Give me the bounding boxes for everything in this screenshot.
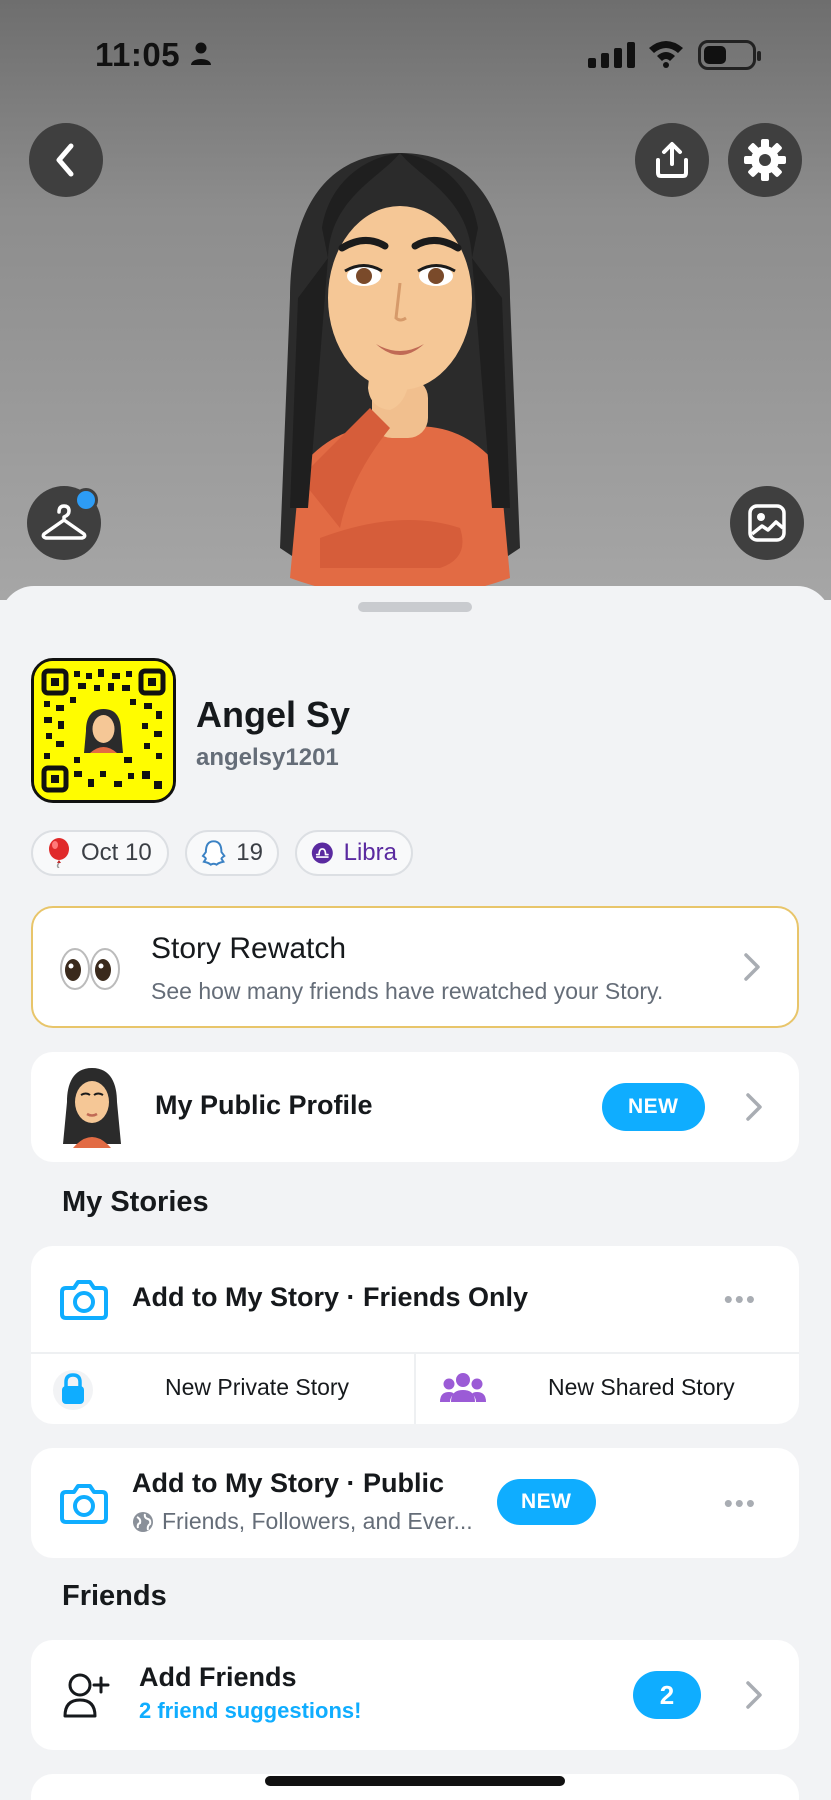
snapcode[interactable] — [31, 658, 176, 803]
public-story-card[interactable]: Add to My Story · Public Friends, Follow… — [31, 1448, 799, 1558]
group-icon — [440, 1373, 486, 1402]
add-to-story-public-label: Add to My Story · Public — [132, 1468, 445, 1498]
battery-icon — [698, 40, 761, 70]
change-background-button[interactable] — [730, 486, 804, 560]
friend-avatar — [391, 1792, 451, 1800]
new-private-story-button[interactable]: New Private Story — [31, 1354, 414, 1424]
status-time: 11:05 — [95, 36, 181, 73]
friend-avatar — [601, 1790, 661, 1800]
friends-heading: Friends — [62, 1580, 167, 1612]
qr-code-icon — [34, 661, 173, 800]
add-friend-icon — [63, 1673, 110, 1718]
my-stories-heading: My Stories — [62, 1186, 209, 1218]
globe-icon — [133, 1511, 153, 1532]
chevron-right-icon — [746, 1093, 762, 1121]
public-story-audience: Friends, Followers, and Ever... — [132, 1508, 473, 1535]
share-icon — [656, 142, 688, 178]
story-rewatch-title: Story Rewatch — [151, 932, 347, 965]
zodiac-chip[interactable]: Libra — [295, 830, 413, 876]
add-to-story-friends-label[interactable]: Add to My Story · Friends Only — [132, 1282, 528, 1313]
new-badge: NEW — [602, 1083, 705, 1131]
new-badge: NEW — [497, 1479, 596, 1525]
sheet-grabber[interactable] — [358, 602, 472, 612]
wifi-icon — [649, 41, 683, 68]
status-bar: 11:05 — [0, 0, 831, 110]
display-name: Angel Sy — [196, 694, 351, 735]
friend-suggestions-link[interactable]: 2 friend suggestions! — [139, 1698, 361, 1724]
chevron-right-icon — [746, 1681, 762, 1709]
story-rewatch-card[interactable]: Story Rewatch See how many friends have … — [31, 906, 799, 1028]
lock-icon — [53, 1370, 93, 1410]
my-stories-card: Add to My Story · Friends Only ••• New P… — [31, 1246, 799, 1424]
public-profile-card[interactable]: My Public Profile NEW — [31, 1052, 799, 1162]
bitmoji-avatar — [280, 153, 520, 598]
new-private-story-label: New Private Story — [165, 1374, 350, 1400]
cellular-signal-icon — [588, 42, 635, 68]
gear-icon — [744, 139, 786, 181]
ghost-icon — [201, 840, 226, 866]
chevron-right-icon — [744, 953, 760, 981]
bitmoji-header: 11:05 — [0, 0, 831, 600]
camera-icon — [60, 1484, 108, 1524]
profile-sheet: Angel Sy angelsy1201 Oct 10 19 Libra Sto… — [0, 586, 831, 1800]
snap-score-chip[interactable]: 19 — [185, 830, 279, 876]
balloon-icon — [49, 838, 69, 868]
back-button[interactable] — [29, 123, 103, 197]
person-icon — [191, 42, 211, 65]
friend-avatar — [151, 1790, 231, 1800]
new-shared-story-button[interactable]: New Shared Story — [416, 1354, 799, 1424]
story-rewatch-subtitle: See how many friends have rewatched your… — [151, 978, 664, 1004]
share-button[interactable] — [635, 123, 709, 197]
snap-score-label: 19 — [236, 839, 263, 866]
libra-icon — [311, 842, 333, 864]
birthday-chip[interactable]: Oct 10 — [31, 830, 169, 876]
public-story-subtitle: Friends, Followers, and Ever... — [162, 1508, 473, 1534]
add-friends-card[interactable]: Add Friends 2 friend suggestions! 2 — [31, 1640, 799, 1750]
more-options-button[interactable]: ••• — [724, 1488, 757, 1519]
camera-icon — [60, 1280, 108, 1320]
back-icon — [56, 143, 74, 177]
notification-dot — [74, 488, 98, 512]
home-indicator — [265, 1776, 565, 1786]
new-shared-story-label: New Shared Story — [548, 1374, 735, 1400]
public-profile-label: My Public Profile — [155, 1090, 373, 1120]
avatar — [63, 1068, 121, 1148]
eyes-icon — [60, 948, 120, 990]
add-friends-title: Add Friends — [139, 1662, 297, 1692]
username[interactable]: angelsy1201 — [196, 744, 339, 772]
image-icon — [748, 504, 786, 542]
suggestion-count-badge: 2 — [633, 1671, 701, 1719]
more-options-button[interactable]: ••• — [724, 1284, 757, 1315]
birthday-label: Oct 10 — [81, 839, 152, 866]
settings-button[interactable] — [728, 123, 802, 197]
zodiac-label: Libra — [343, 839, 397, 866]
